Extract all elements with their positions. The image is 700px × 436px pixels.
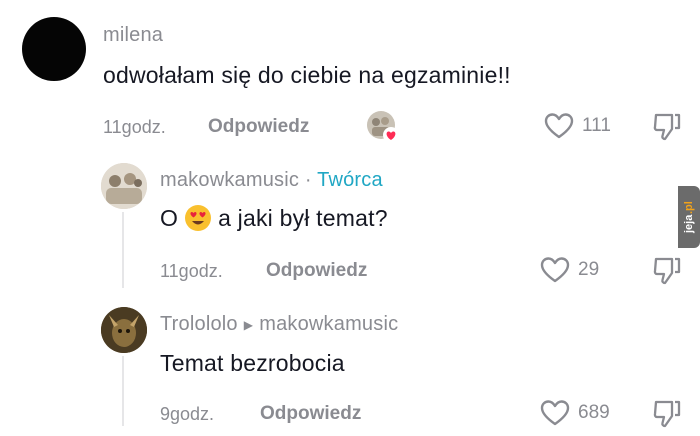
reply-button[interactable]: Odpowiedz [266, 260, 367, 282]
comment-time: 9godz. [160, 404, 215, 424]
creator-badge: Twórca [317, 169, 383, 191]
reply-to-username[interactable]: makowkamusic [259, 313, 398, 335]
comment-username[interactable]: milena [103, 24, 163, 47]
comment-text: O a jaki był temat? [160, 204, 388, 234]
reply-button[interactable]: Odpowiedz [260, 403, 361, 425]
dislike-button[interactable] [652, 398, 682, 430]
comment-header: makowkamusic · Twórca [160, 169, 383, 192]
comment-username[interactable]: makowkamusic [160, 169, 299, 191]
watermark-suffix: .pl [683, 201, 695, 215]
comment-header: Trolololo ▶ makowkamusic [160, 313, 398, 336]
heart-icon [540, 400, 570, 426]
thread-line [122, 212, 124, 288]
like-button[interactable]: 29 [540, 255, 620, 285]
comment-text-start: O [160, 205, 179, 231]
dislike-icon [653, 400, 681, 428]
heart-eyes-emoji [185, 204, 212, 231]
creator-liked-avatar-icon [366, 110, 400, 144]
watermark-text: jeja [683, 214, 695, 233]
avatar-milena[interactable] [22, 17, 86, 81]
avatar-makowkamusic[interactable] [101, 163, 147, 209]
jeja-watermark: jeja .pl [678, 186, 700, 248]
reply-button[interactable]: Odpowiedz [208, 116, 309, 138]
thread-line [122, 356, 124, 426]
like-button[interactable]: 689 [540, 398, 630, 428]
like-count: 111 [582, 115, 611, 136]
comment-text: Temat bezrobocia [160, 350, 345, 376]
comment-time: 11godz. [160, 261, 223, 281]
avatar-trolololo[interactable] [101, 307, 147, 353]
dislike-icon [653, 113, 681, 141]
heart-icon [540, 257, 570, 283]
reply-arrow-icon: ▶ [243, 318, 254, 332]
heart-icon [544, 113, 574, 139]
dislike-icon [653, 257, 681, 285]
dislike-button[interactable] [652, 111, 682, 143]
separator-dot: · [304, 169, 312, 191]
comment-username[interactable]: Trolololo [160, 313, 238, 335]
comment-time: 11godz. [103, 117, 166, 137]
dislike-button[interactable] [652, 255, 682, 287]
like-count: 29 [578, 259, 600, 280]
like-button[interactable]: 111 [544, 111, 624, 141]
comment-text-end: a jaki był temat? [218, 205, 388, 231]
comment-text: odwołałam się do ciebie na egzaminie!! [103, 62, 511, 88]
like-count: 689 [578, 402, 610, 423]
